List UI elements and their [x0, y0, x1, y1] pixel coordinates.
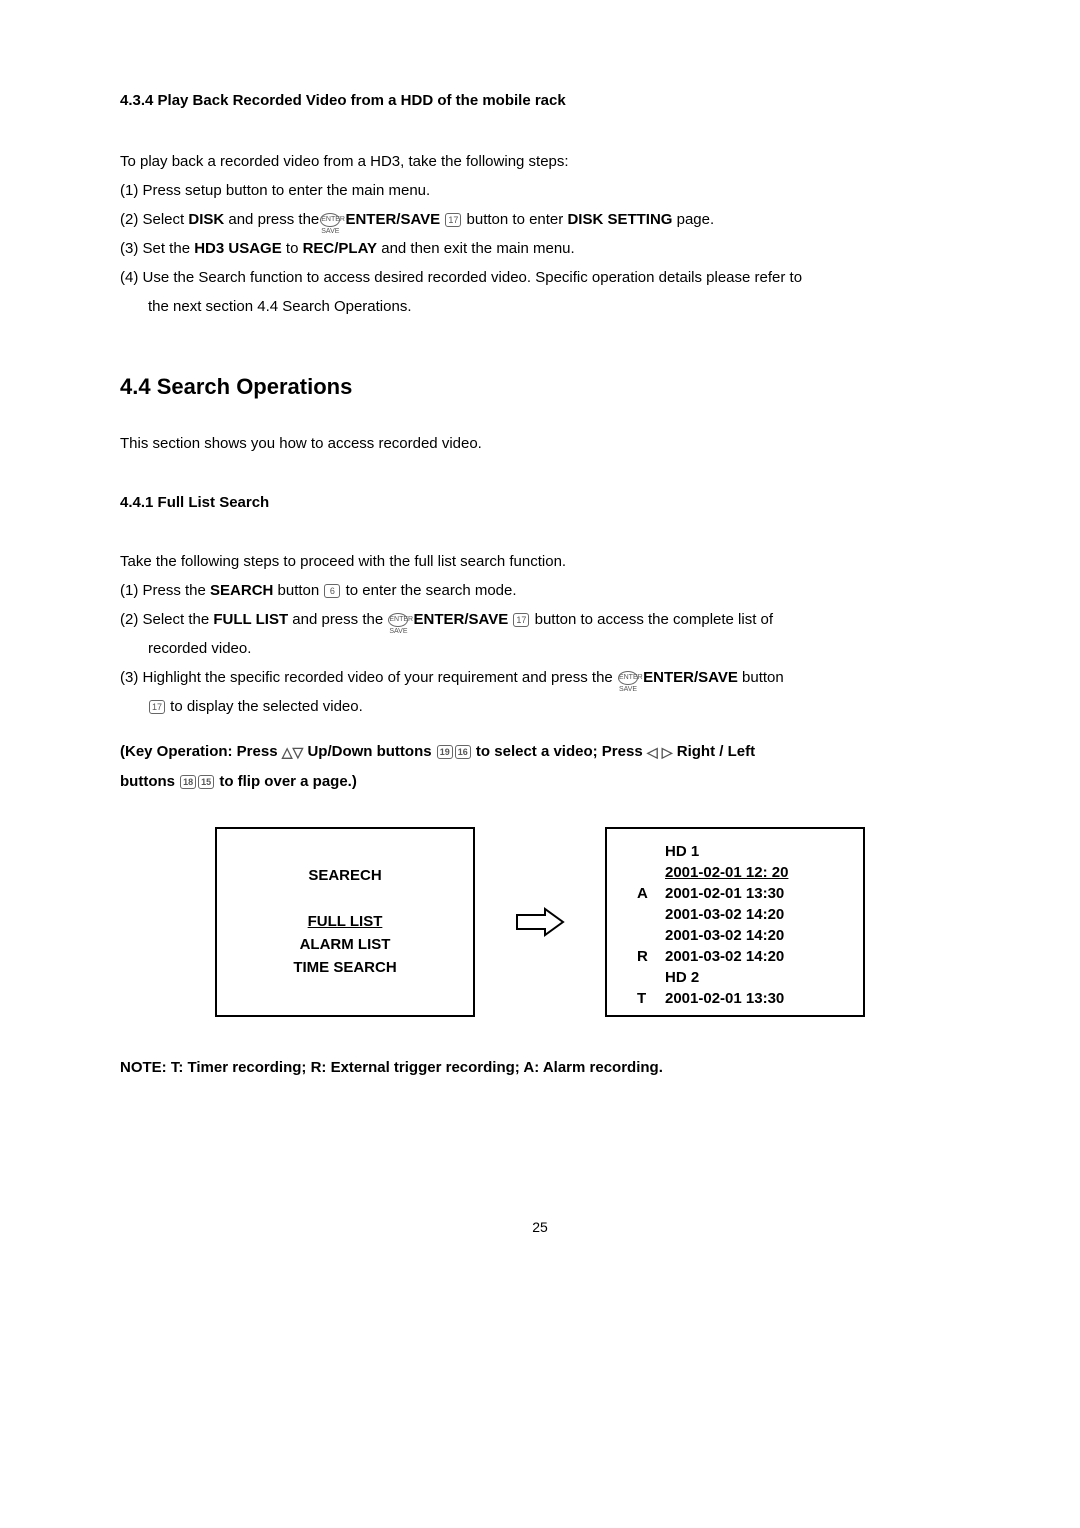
s1c: to enter the search mode.	[341, 582, 516, 599]
row-marker	[637, 925, 653, 946]
icon-6: 6	[324, 584, 340, 598]
arrow-right-icon	[515, 907, 565, 937]
heading-4-4: 4.4 Search Operations	[120, 372, 960, 403]
triangle-left-icon: ◁	[647, 738, 658, 766]
row-marker: T	[637, 988, 653, 1009]
diagram-right-row: R 2001-03-02 14:20	[637, 946, 784, 967]
diagram-right-row: 2001-03-02 14:20	[637, 925, 784, 946]
step3-text-a: (3) Set the	[120, 240, 194, 257]
diagram-left-item2: ALARM LIST	[293, 934, 396, 955]
diagram-left-item1: FULL LIST	[293, 911, 396, 932]
note-text: NOTE: T: Timer recording; R: External tr…	[120, 1057, 960, 1078]
row-marker: R	[637, 946, 653, 967]
step2-text-e: page.	[672, 211, 714, 228]
diagram-left-box: SEARECH FULL LIST ALARM LIST TIME SEARCH	[215, 827, 475, 1017]
key-operation-note: (Key Operation: Press △▽ Up/Down buttons…	[120, 737, 960, 797]
triangle-up-icon: △	[282, 738, 293, 766]
step-441-2: (2) Select the FULL LIST and press the E…	[120, 609, 960, 630]
enter-save-icon: ENTER SAVE	[320, 213, 340, 227]
s3-enter: ENTER/SAVE	[643, 669, 738, 686]
step2-text-a: (2) Select	[120, 211, 188, 228]
row-value: HD 1	[665, 841, 699, 862]
icon-16: 16	[455, 745, 471, 759]
diagram-right-box: HD 12001-02-01 12: 20A2001-02-01 13:3020…	[605, 827, 865, 1017]
triangle-right-icon: ▷	[662, 738, 673, 766]
diagram-right-row: HD 1	[637, 841, 699, 862]
icon-19: 19	[437, 745, 453, 759]
step3-hd3: HD3 USAGE	[194, 240, 282, 257]
ko-rightleft: Right / Left	[673, 743, 756, 760]
diagram-left-item3: TIME SEARCH	[293, 957, 396, 978]
triangle-down-icon: ▽	[293, 738, 304, 766]
icon-17: 17	[445, 213, 461, 227]
enter-save-icon: ENTER SAVE	[388, 613, 408, 627]
diagram: SEARECH FULL LIST ALARM LIST TIME SEARCH…	[120, 827, 960, 1017]
row-value: 2001-02-01 13:30	[665, 988, 784, 1009]
s2b: and press the	[288, 611, 387, 628]
icon-18: 18	[180, 775, 196, 789]
step-441-2b: recorded video.	[148, 638, 960, 659]
s2-enter: ENTER/SAVE	[414, 611, 509, 628]
s3b: button	[738, 669, 784, 686]
diagram-right-row: A 2001-02-01 13:30	[637, 883, 784, 904]
step-434-4a: (4) Use the Search function to access de…	[120, 267, 960, 288]
icon-17: 17	[149, 700, 165, 714]
step-434-1: (1) Press setup button to enter the main…	[120, 180, 960, 201]
s1-search: SEARCH	[210, 582, 273, 599]
step2-text-d: button to enter	[462, 211, 567, 228]
row-value: 2001-03-02 14:20	[665, 904, 784, 925]
intro-434: To play back a recorded video from a HD3…	[120, 151, 960, 172]
s2c: button to access the complete list of	[530, 611, 773, 628]
icon-15: 15	[198, 775, 214, 789]
ko-p3: buttons	[120, 773, 179, 790]
s3c: to display the selected video.	[166, 698, 363, 715]
row-marker	[637, 841, 653, 862]
diagram-left-title: SEARECH	[293, 865, 396, 886]
step-441-3: (3) Highlight the specific recorded vide…	[120, 667, 960, 688]
step-434-4b: the next section 4.4 Search Operations.	[148, 296, 960, 317]
ko-p2: to select a video; Press	[472, 743, 647, 760]
diagram-right-row: T 2001-02-01 13:30	[637, 988, 784, 1009]
intro-44: This section shows you how to access rec…	[120, 433, 960, 454]
s3a: (3) Highlight the specific recorded vide…	[120, 669, 617, 686]
s2-full: FULL LIST	[213, 611, 288, 628]
s1a: (1) Press the	[120, 582, 210, 599]
step-441-1: (1) Press the SEARCH button 6 to enter t…	[120, 580, 960, 601]
step-434-3: (3) Set the HD3 USAGE to REC/PLAY and th…	[120, 238, 960, 259]
row-value: 2001-03-02 14:20	[665, 946, 784, 967]
row-marker	[637, 904, 653, 925]
step2-disksetting: DISK SETTING	[567, 211, 672, 228]
ko-p1: (Key Operation: Press	[120, 743, 282, 760]
row-marker	[637, 862, 653, 883]
row-value: 2001-02-01 13:30	[665, 883, 784, 904]
diagram-right-row: 2001-03-02 14:20	[637, 904, 784, 925]
step2-disk: DISK	[188, 211, 224, 228]
step-441-3b: 17 to display the selected video.	[148, 696, 960, 717]
step-434-2: (2) Select DISK and press theENTER SAVE …	[120, 209, 960, 230]
intro-441: Take the following steps to proceed with…	[120, 551, 960, 572]
s1b: button	[273, 582, 323, 599]
heading-4-3-4: 4.3.4 Play Back Recorded Video from a HD…	[120, 90, 960, 111]
step3-text-b: to	[282, 240, 303, 257]
row-value: 2001-03-02 14:20	[665, 925, 784, 946]
enter-save-icon: ENTER SAVE	[618, 671, 638, 685]
diagram-right-row: 2001-02-01 12: 20	[637, 862, 788, 883]
step3-rec: REC/PLAY	[303, 240, 377, 257]
step2-enter: ENTER/SAVE	[345, 211, 440, 228]
heading-4-4-1: 4.4.1 Full List Search	[120, 492, 960, 513]
row-marker	[637, 967, 653, 988]
step3-text-c: and then exit the main menu.	[377, 240, 575, 257]
icon-17: 17	[513, 613, 529, 627]
ko-updown: Up/Down buttons	[303, 743, 435, 760]
page-number: 25	[120, 1218, 960, 1238]
s2a: (2) Select the	[120, 611, 213, 628]
step2-text-b: and press the	[224, 211, 319, 228]
diagram-right-row: HD 2	[637, 967, 699, 988]
row-marker: A	[637, 883, 653, 904]
row-value: 2001-02-01 12: 20	[665, 862, 788, 883]
row-value: HD 2	[665, 967, 699, 988]
ko-p4: to flip over a page.)	[215, 773, 357, 790]
